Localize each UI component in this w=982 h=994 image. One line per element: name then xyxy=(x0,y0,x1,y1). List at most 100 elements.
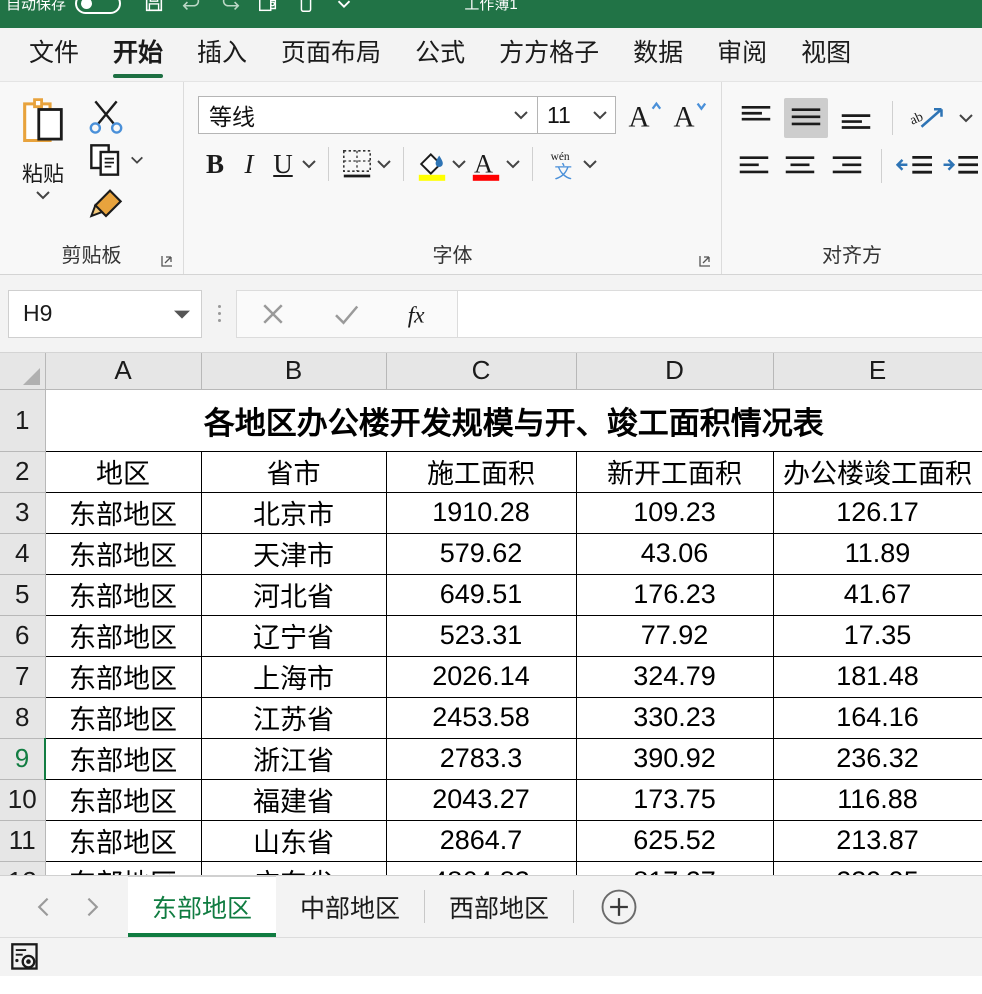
copy-chevron-down-icon[interactable] xyxy=(129,153,145,167)
confirm-icon[interactable] xyxy=(331,299,361,329)
header-cell-province[interactable]: 省市 xyxy=(200,450,387,493)
phonetic-chevron-down-icon[interactable] xyxy=(581,144,599,184)
row-header-11[interactable]: 11 xyxy=(0,820,46,862)
ribbon-tab-formulas[interactable]: 公式 xyxy=(398,35,482,74)
align-left-button[interactable] xyxy=(734,146,774,186)
cell-a8[interactable]: 东部地区 xyxy=(44,696,202,739)
cell-d3[interactable]: 109.23 xyxy=(575,491,774,534)
column-header-c[interactable]: C xyxy=(386,353,577,390)
sheet-tab-central[interactable]: 中部地区 xyxy=(276,876,424,937)
cell-b7[interactable]: 上海市 xyxy=(200,655,387,698)
column-header-b[interactable]: B xyxy=(201,353,387,390)
cell-d5[interactable]: 176.23 xyxy=(575,573,774,616)
sheet-title-cell[interactable]: 各地区办公楼开发规模与开、竣工面积情况表 xyxy=(44,388,982,452)
touch-mode-icon[interactable] xyxy=(295,0,317,14)
cell-a10[interactable]: 东部地区 xyxy=(44,778,202,821)
cell-a11[interactable]: 东部地区 xyxy=(44,819,202,862)
decrease-indent-button[interactable] xyxy=(895,146,936,186)
cell-d8[interactable]: 330.23 xyxy=(575,696,774,739)
sheet-tab-east[interactable]: 东部地区 xyxy=(128,876,277,937)
align-middle-button[interactable] xyxy=(784,98,828,138)
cell-d12[interactable]: 817.27 xyxy=(575,860,774,875)
select-all-corner[interactable] xyxy=(0,353,46,390)
next-sheet-icon[interactable] xyxy=(82,895,102,919)
sheet-tab-west[interactable]: 西部地区 xyxy=(425,876,573,937)
align-bottom-button[interactable] xyxy=(834,98,878,138)
autosave-switch-icon[interactable] xyxy=(75,0,122,14)
row-header-8[interactable]: 8 xyxy=(0,697,46,739)
fill-color-chevron-down-icon[interactable] xyxy=(450,144,468,184)
cell-b9[interactable]: 浙江省 xyxy=(200,737,387,780)
row-header-4[interactable]: 4 xyxy=(0,533,46,575)
add-sheet-button[interactable] xyxy=(574,876,664,937)
save-icon[interactable] xyxy=(143,0,165,14)
redo-icon[interactable] xyxy=(219,0,241,14)
name-box-chevron-down-icon[interactable] xyxy=(171,306,193,322)
ribbon-tab-insert[interactable]: 插入 xyxy=(180,35,264,74)
cell-a7[interactable]: 东部地区 xyxy=(44,655,202,698)
formula-input[interactable] xyxy=(458,289,982,338)
font-color-button[interactable]: A xyxy=(468,144,504,184)
copy-button[interactable] xyxy=(86,140,145,180)
cell-d10[interactable]: 173.75 xyxy=(575,778,774,821)
cell-e3[interactable]: 126.17 xyxy=(772,491,982,534)
ribbon-tab-home[interactable]: 开始 xyxy=(96,35,180,78)
ribbon-tab-file[interactable]: 文件 xyxy=(12,35,96,74)
cell-e11[interactable]: 213.87 xyxy=(772,819,982,862)
row-header-1[interactable]: 1 xyxy=(0,389,46,452)
cell-c12[interactable]: 4864.83 xyxy=(385,860,577,875)
cell-b6[interactable]: 辽宁省 xyxy=(200,614,387,657)
borders-chevron-down-icon[interactable] xyxy=(375,144,393,184)
cell-b10[interactable]: 福建省 xyxy=(200,778,387,821)
row-header-6[interactable]: 6 xyxy=(0,615,46,657)
orientation-button[interactable]: ab xyxy=(907,98,951,138)
cell-b5[interactable]: 河北省 xyxy=(200,573,387,616)
align-right-button[interactable] xyxy=(826,146,866,186)
row-header-5[interactable]: 5 xyxy=(0,574,46,616)
row-header-7[interactable]: 7 xyxy=(0,656,46,698)
cell-c6[interactable]: 523.31 xyxy=(385,614,577,657)
row-header-3[interactable]: 3 xyxy=(0,492,46,534)
increase-indent-button[interactable] xyxy=(942,146,982,186)
cell-b3[interactable]: 北京市 xyxy=(200,491,387,534)
cell-d9[interactable]: 390.92 xyxy=(575,737,774,780)
borders-button[interactable] xyxy=(339,144,375,184)
underline-chevron-down-icon[interactable] xyxy=(300,144,318,184)
fill-color-button[interactable] xyxy=(414,144,450,184)
undo-icon[interactable] xyxy=(181,0,203,14)
cell-e6[interactable]: 17.35 xyxy=(772,614,982,657)
align-center-button[interactable] xyxy=(780,146,820,186)
cell-b12[interactable]: 广东省 xyxy=(200,860,387,875)
decrease-font-size-icon[interactable]: A xyxy=(671,96,709,134)
cell-b11[interactable]: 山东省 xyxy=(200,819,387,862)
cell-e4[interactable]: 11.89 xyxy=(772,532,982,575)
ribbon-tab-view[interactable]: 视图 xyxy=(784,35,868,74)
ribbon-tab-review[interactable]: 审阅 xyxy=(700,35,784,74)
column-header-e[interactable]: E xyxy=(773,353,982,390)
orientation-chevron-down-icon[interactable] xyxy=(957,98,975,138)
font-dialog-launcher-icon[interactable] xyxy=(697,253,713,269)
formula-bar-grip[interactable] xyxy=(202,290,236,338)
cell-a4[interactable]: 东部地区 xyxy=(44,532,202,575)
cell-a9[interactable]: 东部地区 xyxy=(44,737,202,780)
header-cell-region[interactable]: 地区 xyxy=(44,450,202,493)
cell-c5[interactable]: 649.51 xyxy=(385,573,577,616)
font-color-chevron-down-icon[interactable] xyxy=(504,144,522,184)
cell-d7[interactable]: 324.79 xyxy=(575,655,774,698)
row-header-9[interactable]: 9 xyxy=(0,738,46,780)
cell-e12[interactable]: 239.95 xyxy=(772,860,982,875)
accessibility-check-icon[interactable] xyxy=(10,942,40,972)
cell-d4[interactable]: 43.06 xyxy=(575,532,774,575)
bold-button[interactable]: B xyxy=(198,144,232,184)
format-painter-button[interactable] xyxy=(86,184,145,224)
previous-sheet-icon[interactable] xyxy=(34,895,54,919)
cell-c10[interactable]: 2043.27 xyxy=(385,778,577,821)
ribbon-tab-page-layout[interactable]: 页面布局 xyxy=(264,35,398,74)
column-header-d[interactable]: D xyxy=(576,353,774,390)
cell-b4[interactable]: 天津市 xyxy=(200,532,387,575)
cell-e8[interactable]: 164.16 xyxy=(772,696,982,739)
align-top-button[interactable] xyxy=(734,98,778,138)
increase-font-size-icon[interactable]: A xyxy=(626,96,664,134)
print-preview-icon[interactable] xyxy=(257,0,279,14)
phonetic-guide-button[interactable]: wén 文 xyxy=(543,144,581,184)
